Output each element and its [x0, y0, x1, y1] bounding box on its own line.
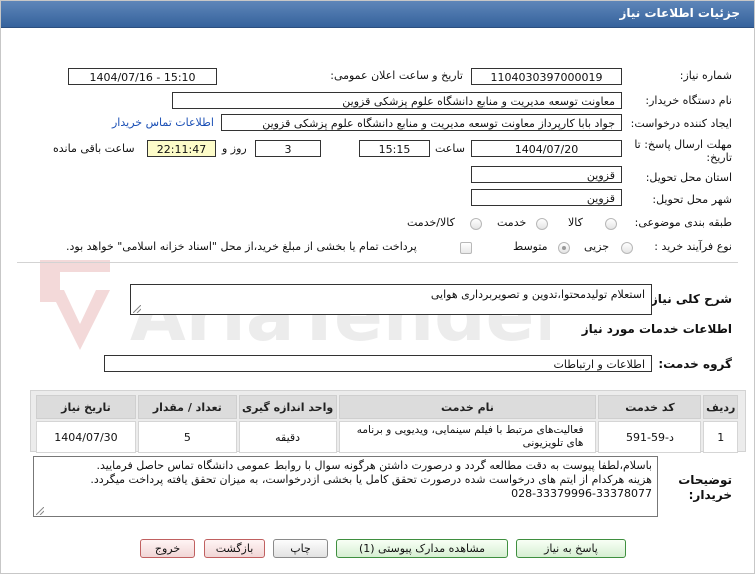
process-radio-medium[interactable] — [558, 242, 570, 254]
summary-field: استعلام تولیدمحتوا،تدوین و تصویربرداری ه… — [130, 284, 652, 315]
province-field: قزوین — [471, 166, 622, 183]
section-divider — [17, 262, 738, 263]
category-option-service: خدمت — [497, 216, 527, 229]
back-button[interactable]: بازگشت — [204, 539, 265, 558]
col-name-header: نام خدمت — [338, 395, 597, 419]
days-remaining-field: 3 — [255, 140, 321, 157]
buyer-notes-field: باسلام،لطفا پیوست به دقت مطالعه گردد و د… — [33, 456, 658, 517]
announce-label: تاریخ و ساعت اعلان عمومی: — [330, 69, 463, 82]
category-radio-goods[interactable] — [605, 218, 617, 230]
resize-handle-icon[interactable] — [133, 305, 141, 313]
process-option-minor: جزیی — [584, 240, 610, 253]
buyer-contact-link[interactable]: اطلاعات تماس خریدار — [112, 116, 214, 129]
category-radio-service[interactable] — [536, 218, 548, 230]
services-table: ردیف کد خدمت نام خدمت واحد اندازه گیری ت… — [34, 393, 740, 455]
buyer-notes-line-1: باسلام،لطفا پیوست به دقت مطالعه گردد و د… — [96, 459, 652, 472]
table-row: 1 د-59-591 فعالیت‌های مرتبط با فیلم سینم… — [36, 421, 738, 453]
category-option-goods: کالا — [568, 216, 583, 229]
summary-label: شرح کلی نیاز: — [646, 292, 732, 306]
exit-button[interactable]: خروج — [140, 539, 195, 558]
service-group-field: اطلاعات و ارتباطات — [104, 355, 652, 372]
deadline-time-field: 15:15 — [359, 140, 430, 157]
creator-field: جواد بابا کارپرداز معاونت توسعه مدیریت و… — [221, 114, 622, 131]
col-qty-header: تعداد / مقدار — [137, 395, 237, 419]
province-label: استان محل تحویل: — [645, 171, 732, 184]
need-number-label: شماره نیاز: — [679, 69, 732, 82]
announce-datetime-field: 1404/07/16 - 15:10 — [68, 68, 217, 85]
need-number-field: 1104030397000019 — [471, 68, 622, 85]
col-code-header: کد خدمت — [598, 395, 702, 419]
category-radio-both[interactable] — [470, 218, 482, 230]
cell-date: 1404/07/30 — [36, 421, 136, 453]
buyer-field: معاونت توسعه مدیریت و منابع دانشگاه علوم… — [172, 92, 622, 109]
category-label: طبقه بندی موضوعی: — [634, 216, 732, 229]
time-remaining-field: 22:11:47 — [147, 140, 216, 157]
deadline-label-date: تاریخ: — [706, 151, 732, 164]
buyer-label: نام دستگاه خریدار: — [645, 94, 732, 107]
service-group-label: گروه خدمت: — [658, 357, 732, 371]
process-type-label: نوع فرآیند خرید : — [654, 240, 732, 253]
process-option-medium: متوسط — [513, 240, 548, 253]
view-attachments-button[interactable]: مشاهده مدارک پیوستی (1) — [336, 539, 508, 558]
cell-code: د-59-591 — [598, 421, 702, 453]
deadline-label: مهلت ارسال پاسخ: تا — [634, 138, 732, 151]
treasury-payment-checkbox[interactable] — [460, 242, 472, 254]
treasury-payment-note: پرداخت تمام یا بخشی از مبلغ خرید،از محل … — [66, 240, 417, 253]
buyer-notes-line-2: هزینه هرکدام از ایتم های درخواست شده درص… — [90, 473, 652, 486]
days-label: روز و — [222, 142, 247, 155]
summary-text: استعلام تولیدمحتوا،تدوین و تصویربرداری ه… — [430, 288, 645, 301]
services-heading: اطلاعات خدمات مورد نیاز — [581, 322, 732, 336]
category-option-both: کالا/خدمت — [407, 216, 455, 229]
col-row-header: ردیف — [703, 395, 738, 419]
resize-handle-icon[interactable] — [36, 507, 44, 515]
remaining-label: ساعت باقی مانده — [53, 142, 135, 155]
buyer-notes-label: توضیحات — [678, 473, 732, 487]
deadline-time-label: ساعت — [435, 142, 465, 155]
creator-label: ایجاد کننده درخواست: — [630, 117, 732, 130]
buyer-notes-line-3: 028-33379996-33378077 — [511, 487, 652, 500]
cell-unit: دقیقه — [238, 421, 337, 453]
window-title: جزئیات اطلاعات نیاز — [619, 6, 740, 20]
city-label: شهر محل تحویل: — [652, 193, 732, 206]
process-radio-minor[interactable] — [621, 242, 633, 254]
window-titlebar: جزئیات اطلاعات نیاز — [1, 1, 754, 28]
buyer-notes-label-2: خریدار: — [688, 488, 732, 502]
city-field: قزوین — [471, 189, 622, 206]
col-unit-header: واحد اندازه گیری — [238, 395, 337, 419]
print-button[interactable]: چاپ — [273, 539, 328, 558]
col-date-header: تاریخ نیاز — [36, 395, 136, 419]
cell-name: فعالیت‌های مرتبط با فیلم سینمایی، ویدیوی… — [338, 421, 597, 453]
deadline-date-field: 1404/07/20 — [471, 140, 622, 157]
cell-row: 1 — [703, 421, 738, 453]
cell-qty: 5 — [137, 421, 237, 453]
reply-button[interactable]: پاسخ به نیاز — [516, 539, 626, 558]
